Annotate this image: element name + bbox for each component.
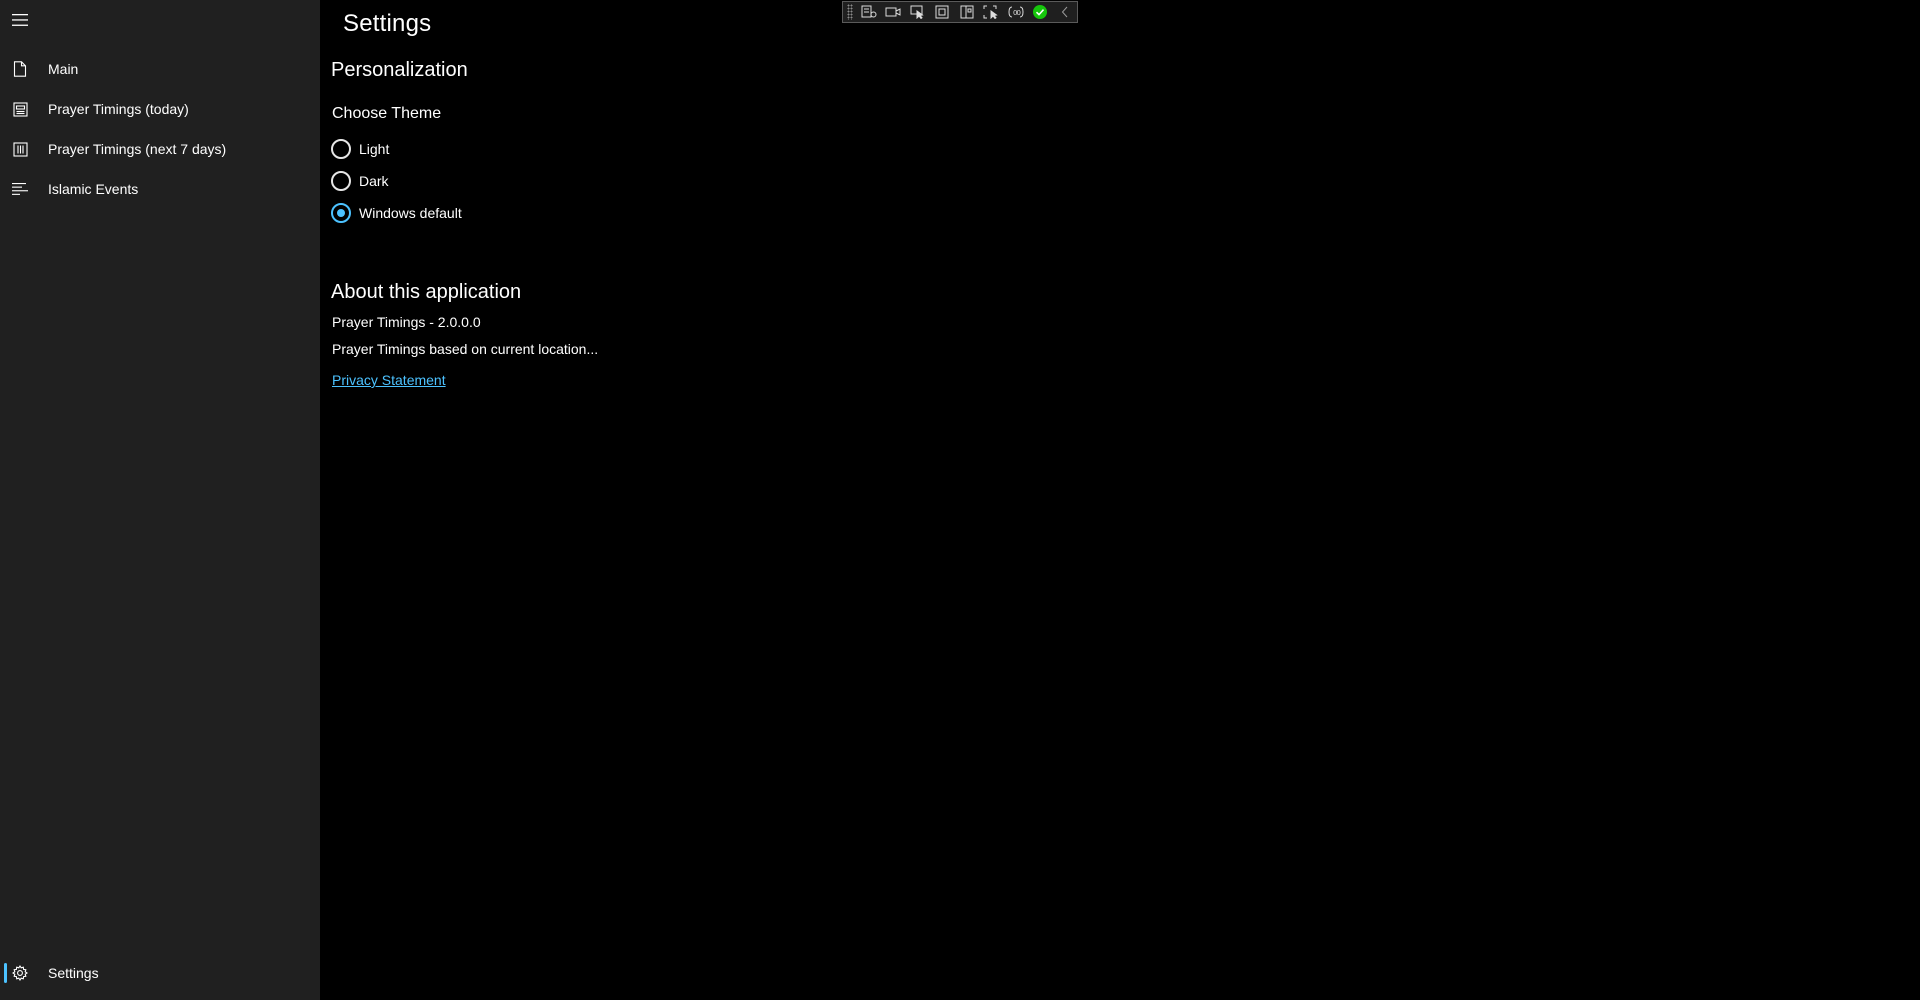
settings-page: Settings Personalization Choose Theme Li… <box>320 0 1920 1000</box>
binding-failures-icon: 00 <box>1008 6 1024 18</box>
list-icon <box>12 181 28 197</box>
radio-circle-checked[interactable] <box>331 203 351 223</box>
sidebar-item-prayer-timings-week[interactable]: Prayer Timings (next 7 days) <box>0 129 320 169</box>
sidebar-item-label: Main <box>48 61 79 77</box>
sidebar-item-label: Prayer Timings (next 7 days) <box>48 141 227 157</box>
sidebar-item-islamic-events[interactable]: Islamic Events <box>0 169 320 209</box>
binding-failures-button[interactable]: 00 <box>1004 2 1028 22</box>
sidebar-item-label: Islamic Events <box>48 181 139 197</box>
document-icon <box>12 61 28 77</box>
accessibility-check-button[interactable] <box>1028 2 1052 22</box>
app-window: Main Prayer Timings (today) Prayer Timin… <box>0 0 1920 1000</box>
layout-adorner-button[interactable] <box>930 2 954 22</box>
collapse-icon <box>1061 6 1068 18</box>
select-element-icon <box>910 5 924 19</box>
track-focus-button[interactable] <box>979 2 1003 22</box>
hamburger-icon <box>12 14 28 26</box>
radio-circle[interactable] <box>331 139 351 159</box>
radio-circle[interactable] <box>331 171 351 191</box>
radio-label: Dark <box>359 173 389 189</box>
record-icon <box>885 7 901 17</box>
sidebar-item-label: Settings <box>48 965 99 981</box>
theme-radio-dark[interactable]: Dark <box>331 168 389 194</box>
live-tree-button[interactable] <box>857 2 881 22</box>
display-layout-icon <box>960 5 974 19</box>
personalization-heading: Personalization <box>331 59 468 81</box>
gear-icon <box>12 965 28 981</box>
select-element-button[interactable] <box>906 2 930 22</box>
sidebar-item-label: Prayer Timings (today) <box>48 101 189 117</box>
theme-radio-windows-default[interactable]: Windows default <box>331 200 462 226</box>
sidebar-item-main[interactable]: Main <box>0 49 320 89</box>
record-button[interactable] <box>881 2 905 22</box>
debug-toolbar: 00 <box>842 1 1078 23</box>
accessibility-check-icon <box>1033 5 1048 19</box>
collapse-toolbar-button[interactable] <box>1053 2 1077 22</box>
navigation-pane: Main Prayer Timings (today) Prayer Timin… <box>0 0 320 1000</box>
today-icon <box>12 101 28 117</box>
radio-dot <box>337 209 345 217</box>
sidebar-item-prayer-timings-today[interactable]: Prayer Timings (today) <box>0 89 320 129</box>
display-layout-button[interactable] <box>955 2 979 22</box>
about-heading: About this application <box>331 281 522 303</box>
hamburger-menu-button[interactable] <box>8 4 32 36</box>
layout-adorner-icon <box>935 5 949 19</box>
live-tree-icon <box>861 5 877 18</box>
theme-radio-light[interactable]: Light <box>331 136 389 162</box>
radio-label: Windows default <box>359 205 462 221</box>
svg-text:0: 0 <box>1016 9 1020 17</box>
privacy-statement-link[interactable]: Privacy Statement <box>332 372 446 388</box>
choose-theme-label: Choose Theme <box>332 105 442 122</box>
version-text: Prayer Timings - 2.0.0.0 <box>332 314 481 330</box>
calendar-week-icon <box>12 141 28 157</box>
description-text: Prayer Timings based on current location… <box>332 341 599 357</box>
toolbar-grip[interactable] <box>847 4 853 20</box>
radio-label: Light <box>359 141 390 157</box>
track-focus-icon <box>983 5 999 19</box>
sidebar-item-settings[interactable]: Settings <box>0 953 320 993</box>
page-title: Settings <box>343 10 432 37</box>
